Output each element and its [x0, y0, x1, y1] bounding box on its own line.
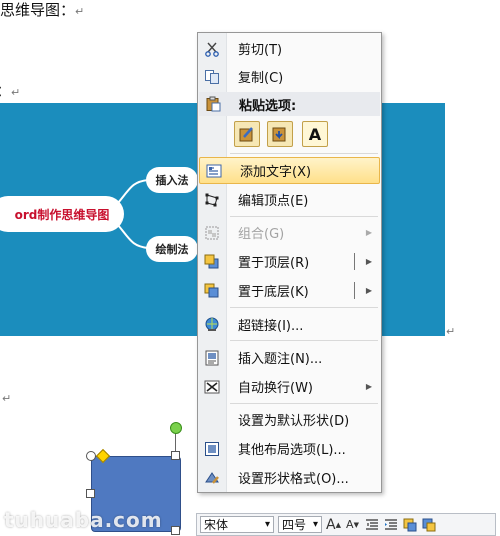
mind-map-branch-bottom: 绘制法	[146, 236, 198, 262]
font-size-value: 四号	[282, 518, 307, 532]
menu-item-group[interactable]: 组合(G) ▶	[198, 219, 381, 246]
clipboard-icon	[199, 96, 227, 112]
scissors-icon	[198, 41, 226, 57]
menu-item-send-to-back[interactable]: 置于底层(K) ▶	[198, 277, 381, 304]
menu-item-hyperlink[interactable]: 超链接(I)...	[198, 311, 381, 338]
menu-item-label: 置于顶层(R)	[238, 256, 310, 271]
layout-options-icon	[198, 441, 226, 457]
caption-icon	[198, 350, 226, 366]
mini-toolbar: 宋体 ▾ 四号 ▾ A ▲ A ▼	[196, 513, 496, 536]
mind-map-center-node: ord制作思维导图	[0, 196, 124, 232]
menu-item-label: 组合(G)	[238, 227, 285, 242]
submenu-arrow-icon: ▶	[365, 228, 372, 237]
menu-item-label: 插入题注(N)...	[238, 352, 323, 367]
watermark-text: tuhuaba.com	[4, 508, 163, 532]
submenu-arrow-icon[interactable]: ▶	[366, 257, 372, 266]
menu-item-label: 添加文字(X)	[240, 165, 312, 180]
increase-indent-button[interactable]	[383, 517, 398, 532]
paste-format-icon	[239, 127, 253, 142]
menu-item-label: 复制(C)	[238, 71, 284, 86]
shape-outline-icon	[422, 518, 435, 531]
resize-handle-top[interactable]	[171, 451, 180, 460]
copy-icon	[198, 69, 226, 85]
shrink-font-button[interactable]: A ▼	[345, 517, 360, 532]
split-divider	[354, 282, 355, 299]
grow-font-icon: A	[326, 516, 336, 533]
menu-separator	[230, 340, 378, 341]
menu-item-more-layout-options[interactable]: 其他布局选项(L)...	[198, 435, 381, 462]
menu-item-label: 自动换行(W)	[238, 381, 313, 396]
send-to-back-icon	[198, 283, 226, 299]
menu-item-text-wrap[interactable]: 自动换行(W) ▶	[198, 373, 381, 400]
menu-separator	[230, 216, 378, 217]
wrap-text-icon	[198, 379, 226, 395]
rotate-handle[interactable]	[170, 422, 182, 434]
menu-item-format-shape[interactable]: 设置形状格式(O)...	[198, 464, 381, 491]
paste-options-label: 粘贴选项:	[239, 98, 297, 114]
menu-item-edit-points[interactable]: 编辑顶点(E)	[198, 186, 381, 213]
menu-item-cut[interactable]: 剪切(T)	[198, 35, 381, 62]
shrink-font-icon: A	[346, 518, 354, 531]
submenu-arrow-icon[interactable]: ▶	[366, 286, 372, 295]
menu-item-set-default-shape[interactable]: 设置为默认形状(D)	[198, 406, 381, 433]
increase-indent-icon	[384, 518, 397, 530]
menu-item-bring-to-front[interactable]: 置于顶层(R) ▶	[198, 248, 381, 275]
edit-points-icon	[198, 192, 226, 208]
menu-item-add-text[interactable]: 添加文字(X)	[199, 157, 380, 184]
paste-text-only-icon: A	[308, 124, 322, 144]
grow-font-button[interactable]: A ▲	[326, 516, 341, 533]
chevron-down-icon: ▾	[264, 519, 270, 530]
add-text-icon	[200, 164, 228, 178]
font-name-select[interactable]: 宋体 ▾	[200, 516, 274, 533]
group-icon	[198, 225, 226, 241]
menu-item-label: 置于底层(K)	[238, 285, 309, 300]
decrease-indent-icon	[365, 518, 378, 530]
chevron-down-icon: ▾	[312, 519, 318, 530]
menu-item-copy[interactable]: 复制(C)	[198, 63, 381, 90]
paste-merge-format-button[interactable]	[267, 121, 293, 147]
shape-outline-button[interactable]	[421, 517, 436, 532]
menu-separator	[230, 307, 378, 308]
menu-item-label: 编辑顶点(E)	[238, 194, 309, 209]
menu-item-label: 设置形状格式(O)...	[238, 472, 349, 487]
format-shape-icon	[198, 470, 226, 486]
hyperlink-icon	[198, 317, 226, 333]
paste-merge-icon	[272, 127, 286, 142]
paste-keep-format-button[interactable]	[234, 121, 260, 147]
font-size-select[interactable]: 四号 ▾	[278, 516, 322, 533]
resize-handle-left[interactable]	[86, 489, 95, 498]
paste-text-only-button[interactable]: A	[302, 121, 328, 147]
shape-fill-button[interactable]	[402, 517, 417, 532]
split-divider	[354, 253, 355, 270]
paste-options-header: 粘贴选项:	[199, 92, 380, 116]
resize-handle-bottom[interactable]	[171, 526, 180, 535]
context-menu: 剪切(T) 复制(C) 粘贴选项: A 添加文字(X) 编辑顶点(E) 组合(G…	[197, 32, 382, 493]
menu-item-label: 其他布局选项(L)...	[238, 443, 346, 458]
decrease-indent-button[interactable]	[364, 517, 379, 532]
bring-to-front-icon	[198, 254, 226, 270]
menu-separator	[230, 153, 378, 154]
mind-map-branch-top: 插入法	[146, 167, 198, 193]
menu-item-label: 超链接(I)...	[238, 319, 304, 334]
shape-fill-icon	[403, 518, 416, 531]
submenu-arrow-icon: ▶	[365, 382, 372, 391]
menu-item-insert-caption[interactable]: 插入题注(N)...	[198, 344, 381, 371]
resize-handle-top-left[interactable]	[86, 451, 96, 461]
menu-item-label: 剪切(T)	[238, 43, 283, 58]
font-name-value: 宋体	[204, 518, 229, 532]
menu-item-label: 设置为默认形状(D)	[238, 414, 350, 429]
menu-separator	[230, 403, 378, 404]
